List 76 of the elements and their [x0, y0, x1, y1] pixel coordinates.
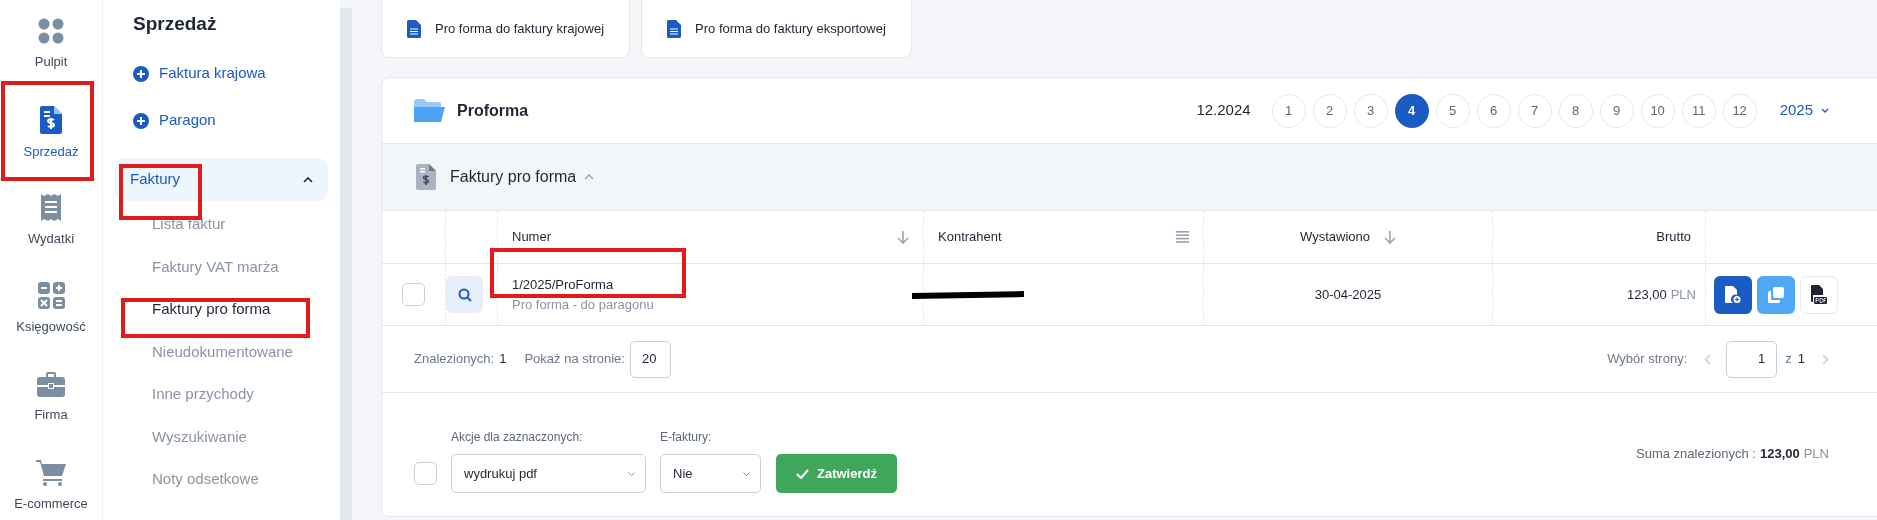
of-label: z: [1785, 350, 1792, 369]
briefcase-icon: [37, 371, 65, 397]
plus-circle-icon: [133, 65, 149, 82]
search-icon: [457, 287, 472, 302]
chevron-left-icon[interactable]: [1704, 353, 1712, 365]
select-all-checkbox[interactable]: [414, 462, 437, 485]
period-label: 12.2024: [1196, 100, 1251, 121]
sidebar-action[interactable]: Faktura krajowa: [115, 50, 328, 97]
sort-arrow-icon[interactable]: [1384, 230, 1396, 244]
field-label: E-faktury:: [660, 429, 713, 446]
caret-icon: [743, 471, 750, 476]
nav-item[interactable]: Pulpit: [6, 11, 96, 80]
pdf-file-icon: [1811, 285, 1827, 304]
nav-item[interactable]: Firma: [6, 363, 96, 432]
sidebar-group[interactable]: Faktury: [115, 158, 328, 201]
document-plus-icon: [1725, 285, 1741, 304]
per-page-label: Pokaż na stronie:: [524, 350, 625, 369]
sum-amount: 123,00: [1759, 444, 1800, 463]
nav-item[interactable]: E-commerce: [6, 451, 96, 520]
currency-label: PLN: [1670, 285, 1696, 304]
copy-button[interactable]: [1757, 275, 1795, 314]
action-dropdown[interactable]: wydrukuj pdf: [451, 454, 646, 493]
amount-cell-text: 123,00: [1626, 285, 1667, 304]
section-toggle[interactable]: Faktury pro forma: [450, 165, 595, 189]
pdf-button[interactable]: [1800, 275, 1838, 314]
caret-icon: [628, 471, 635, 476]
caret-icon: [1821, 108, 1829, 113]
convert-button[interactable]: [1714, 275, 1752, 314]
caret-icon: [303, 176, 313, 183]
sidebar-title: Sprzedaż: [132, 12, 218, 36]
cart-icon: [36, 458, 66, 486]
field-label: Akcje dla zaznaczonych:: [451, 429, 584, 446]
calculator-icon: [37, 282, 65, 310]
preview-button[interactable]: [446, 276, 483, 313]
found-label: Znalezionych:: [414, 350, 495, 369]
currency-label: PLN: [1803, 444, 1829, 463]
nav-item[interactable]: Księgowość: [6, 275, 96, 344]
chevron-right-icon[interactable]: [1822, 353, 1829, 365]
top-button[interactable]: Pro forma do faktury krajowej: [381, 0, 631, 58]
sum-label: Suma znalezionych :: [1636, 444, 1756, 463]
nav-item[interactable]: Sprzedaż: [6, 99, 96, 168]
sidebar-action[interactable]: Paragon: [115, 97, 328, 144]
sort-arrow-icon[interactable]: [897, 230, 909, 244]
invoice-subtitle: Pro forma - do paragonu: [512, 295, 655, 314]
per-page-field[interactable]: 20: [629, 340, 671, 378]
sidebar-item[interactable]: Faktury pro forma: [115, 288, 328, 331]
row-checkbox[interactable]: [402, 283, 425, 306]
scrollbar[interactable]: [340, 8, 352, 520]
dollar-document-icon: [416, 164, 436, 190]
copy-icon: [1768, 286, 1784, 303]
efaktury-dropdown[interactable]: Nie: [660, 454, 761, 493]
page-field[interactable]: 1: [1726, 340, 1778, 378]
panel-title: Proforma: [457, 100, 529, 121]
caret-icon: [584, 174, 595, 180]
column-header[interactable]: Numer: [512, 227, 551, 247]
invoice-number[interactable]: 1/2025/ProForma: [512, 275, 923, 295]
grid-icon: [38, 18, 64, 45]
column-header[interactable]: Brutto: [1656, 227, 1691, 247]
month-button[interactable]: 4: [1394, 93, 1429, 128]
nav-item[interactable]: Wydatki: [6, 187, 96, 256]
found-count: 1: [499, 350, 507, 369]
column-header[interactable]: Wystawiono: [1300, 227, 1370, 247]
plus-circle-icon: [133, 112, 149, 129]
page-label: Wybór strony:: [1607, 350, 1688, 369]
page-count: 1: [1797, 350, 1805, 369]
dollar-document-icon: [40, 105, 62, 134]
check-icon: [796, 468, 809, 479]
column-header[interactable]: Kontrahent: [938, 227, 1002, 247]
document-icon: [407, 19, 421, 38]
folder-icon: [414, 99, 445, 122]
receipt-icon: [41, 194, 61, 222]
top-button[interactable]: Pro forma do faktury eksportowej: [641, 0, 912, 58]
date-cell-text: 30-04-2025: [1314, 285, 1382, 304]
year-dropdown[interactable]: 2025: [1779, 99, 1829, 122]
document-icon: [667, 19, 682, 38]
menu-icon[interactable]: [1176, 231, 1189, 243]
